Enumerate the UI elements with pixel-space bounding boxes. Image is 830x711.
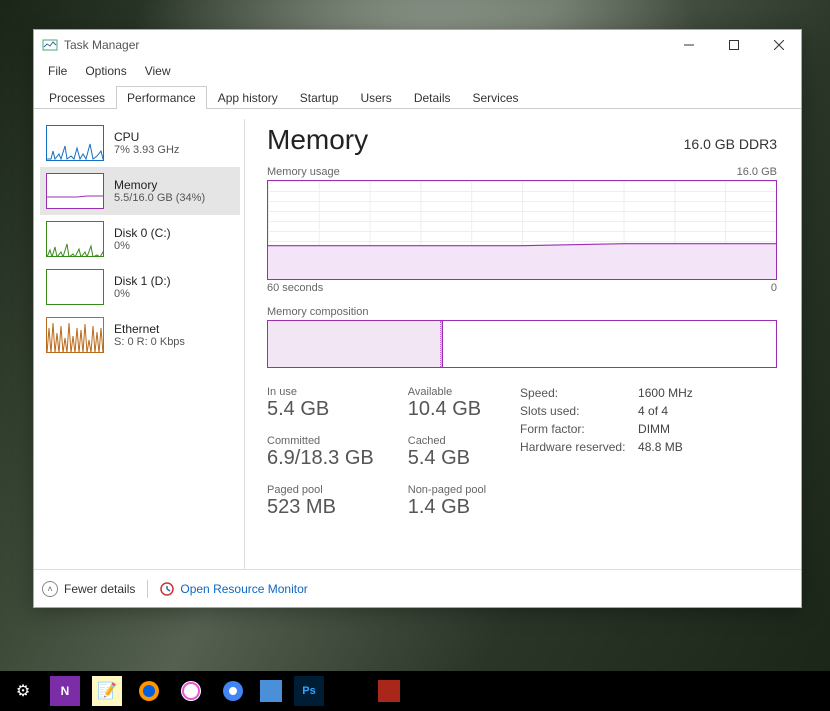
chart-axis-right: 0 [771, 282, 777, 294]
sidebar-item-sub: S: 0 R: 0 Kbps [114, 336, 185, 348]
open-resource-monitor-link[interactable]: Open Resource Monitor [160, 582, 307, 596]
firefox-icon[interactable] [134, 676, 164, 706]
disk0-thumbnail [46, 221, 104, 257]
stat-value-available: 10.4 GB [408, 398, 486, 421]
tab-users[interactable]: Users [349, 86, 402, 109]
tab-startup[interactable]: Startup [289, 86, 350, 109]
memory-spec: 16.0 GB DDR3 [684, 136, 777, 152]
chrome-icon[interactable] [218, 676, 248, 706]
stat-label-available: Available [408, 386, 486, 398]
kv-slots-label: Slots used: [520, 404, 638, 418]
sidebar-item-disk1[interactable]: Disk 1 (D:) 0% [40, 263, 240, 311]
minimize-button[interactable] [666, 30, 711, 60]
stat-value-inuse: 5.4 GB [267, 398, 374, 421]
resmon-label: Open Resource Monitor [180, 582, 307, 596]
sidebar-item-ethernet[interactable]: Ethernet S: 0 R: 0 Kbps [40, 311, 240, 359]
kv-reserved-value: 48.8 MB [638, 440, 683, 454]
app-icon-2[interactable]: 🖼 [336, 676, 366, 706]
tab-performance[interactable]: Performance [116, 86, 207, 109]
disk1-thumbnail [46, 269, 104, 305]
tabbar: Processes Performance App history Startu… [34, 82, 801, 109]
photoshop-icon[interactable]: Ps [294, 676, 324, 706]
sidebar-item-cpu[interactable]: CPU 7% 3.93 GHz [40, 119, 240, 167]
composition-label: Memory composition [267, 306, 777, 318]
memory-composition-bar [267, 320, 777, 368]
window-footer: ˄ Fewer details Open Resource Monitor [34, 569, 801, 607]
stat-value-nonpaged: 1.4 GB [408, 496, 486, 519]
content-area: CPU 7% 3.93 GHz Memory 5.5/16.0 GB (34%) [34, 109, 801, 569]
cpu-thumbnail [46, 125, 104, 161]
memory-thumbnail [46, 173, 104, 209]
divider [147, 580, 148, 598]
app-icon-1[interactable] [260, 680, 282, 702]
taskbar[interactable]: ⚙ N 📝 Ps 🖼 [0, 671, 830, 711]
sidebar-item-sub: 0% [114, 240, 171, 252]
kv-form-label: Form factor: [520, 422, 638, 436]
settings-icon[interactable]: ⚙ [8, 676, 38, 706]
sidebar-item-sub: 7% 3.93 GHz [114, 144, 179, 156]
itunes-icon[interactable] [176, 676, 206, 706]
sidebar-item-memory[interactable]: Memory 5.5/16.0 GB (34%) [40, 167, 240, 215]
stat-label-paged: Paged pool [267, 484, 374, 496]
chart-axis-left: 60 seconds [267, 282, 323, 294]
kv-slots-value: 4 of 4 [638, 404, 668, 418]
stat-value-paged: 523 MB [267, 496, 374, 519]
tab-details[interactable]: Details [403, 86, 462, 109]
titlebar[interactable]: Task Manager [34, 30, 801, 60]
sidebar-item-label: CPU [114, 130, 179, 144]
kv-speed-value: 1600 MHz [638, 386, 693, 400]
stat-value-committed: 6.9/18.3 GB [267, 447, 374, 470]
kv-speed-label: Speed: [520, 386, 638, 400]
page-title: Memory [267, 124, 368, 156]
menubar: File Options View [34, 60, 801, 82]
sidebar-item-sub: 5.5/16.0 GB (34%) [114, 192, 205, 204]
close-button[interactable] [756, 30, 801, 60]
window-title: Task Manager [64, 38, 139, 52]
fewer-details-button[interactable]: ˄ Fewer details [42, 581, 135, 597]
menu-options[interactable]: Options [77, 62, 134, 80]
memory-usage-chart [267, 180, 777, 280]
task-manager-icon [42, 37, 58, 53]
tab-services[interactable]: Services [462, 86, 530, 109]
sidebar-item-label: Ethernet [114, 322, 185, 336]
sidebar-item-disk0[interactable]: Disk 0 (C:) 0% [40, 215, 240, 263]
sidebar-item-sub: 0% [114, 288, 171, 300]
usage-chart-max: 16.0 GB [737, 166, 777, 178]
dota-icon[interactable] [378, 680, 400, 702]
stat-label-cached: Cached [408, 435, 486, 447]
sidebar-item-label: Disk 1 (D:) [114, 274, 171, 288]
tab-processes[interactable]: Processes [38, 86, 116, 109]
stat-label-committed: Committed [267, 435, 374, 447]
menu-file[interactable]: File [40, 62, 75, 80]
resmon-icon [160, 582, 174, 596]
stats-block: In use 5.4 GB Committed 6.9/18.3 GB Page… [267, 386, 777, 519]
chevron-up-icon: ˄ [42, 581, 58, 597]
main-panel: Memory 16.0 GB DDR3 Memory usage 16.0 GB… [245, 119, 789, 569]
maximize-button[interactable] [711, 30, 756, 60]
stat-label-inuse: In use [267, 386, 374, 398]
usage-chart-label: Memory usage [267, 166, 340, 178]
fewer-details-label: Fewer details [64, 582, 135, 596]
stat-label-nonpaged: Non-paged pool [408, 484, 486, 496]
sidebar-item-label: Disk 0 (C:) [114, 226, 171, 240]
task-manager-window: Task Manager File Options View Processes… [33, 29, 802, 608]
tab-app-history[interactable]: App history [207, 86, 289, 109]
ethernet-thumbnail [46, 317, 104, 353]
onenote-icon[interactable]: N [50, 676, 80, 706]
sidebar: CPU 7% 3.93 GHz Memory 5.5/16.0 GB (34%) [40, 119, 245, 569]
menu-view[interactable]: View [137, 62, 179, 80]
notepad-icon[interactable]: 📝 [92, 676, 122, 706]
stat-value-cached: 5.4 GB [408, 447, 486, 470]
kv-form-value: DIMM [638, 422, 670, 436]
kv-reserved-label: Hardware reserved: [520, 440, 638, 454]
sidebar-item-label: Memory [114, 178, 205, 192]
